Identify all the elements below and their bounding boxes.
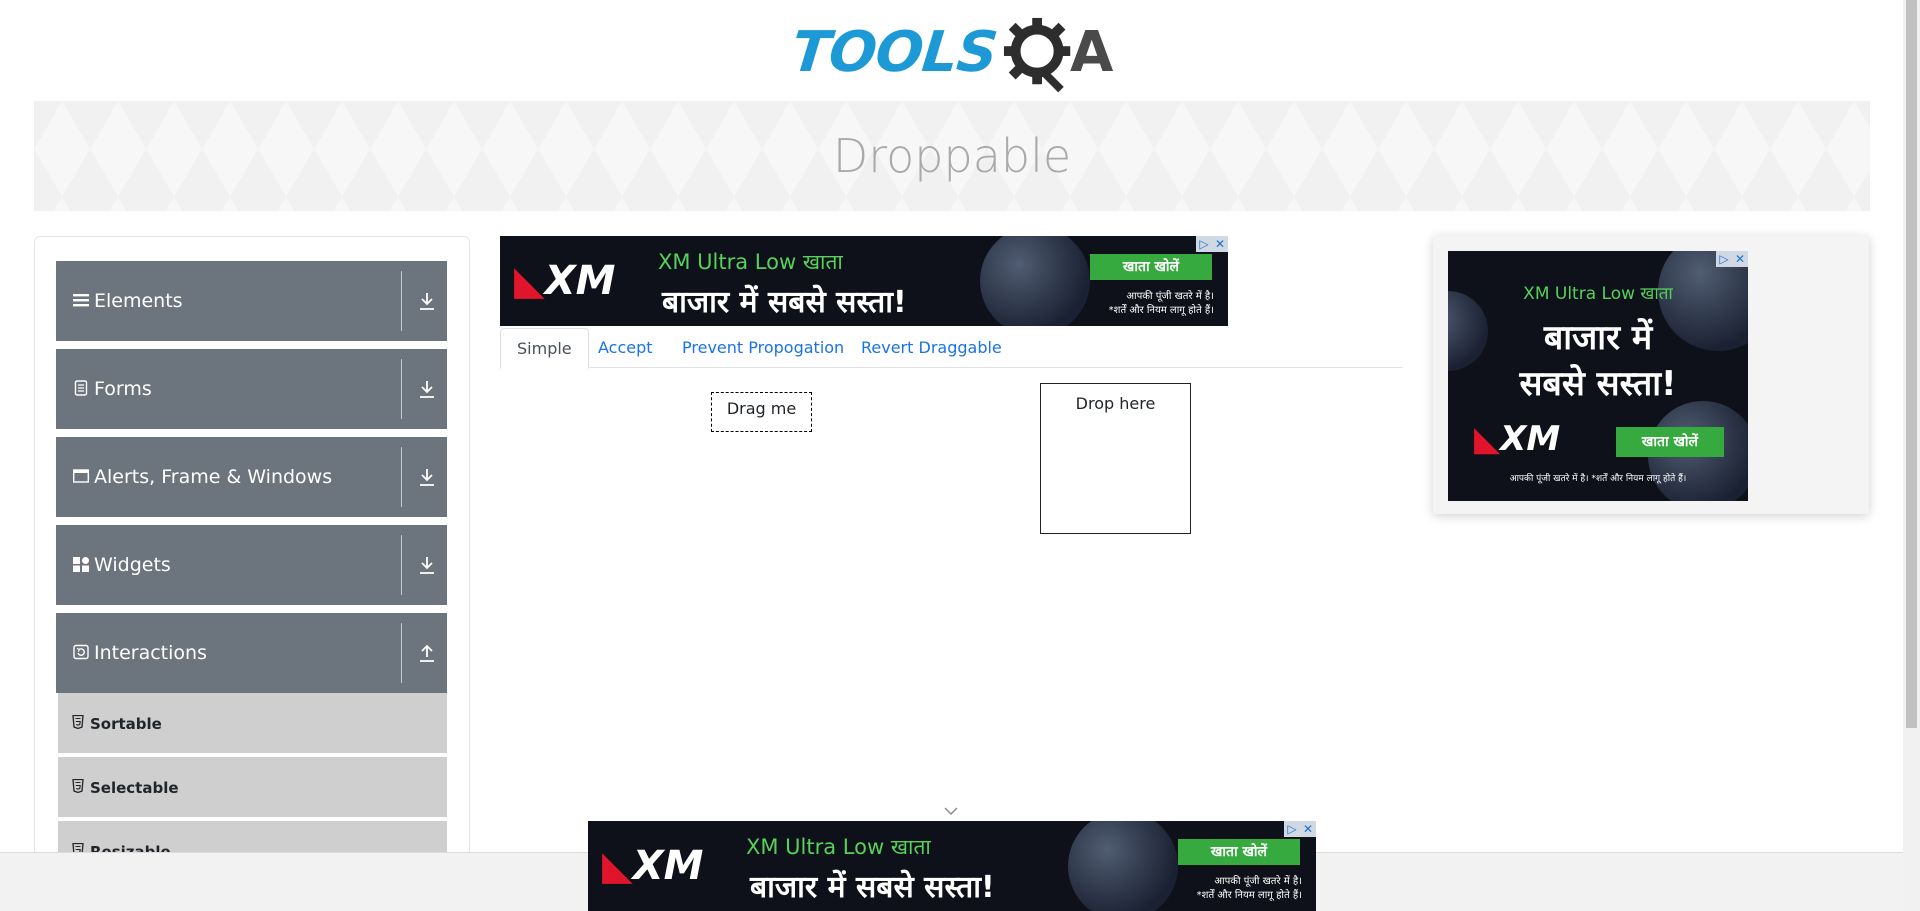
ad-cta-button[interactable]: खाता खोलें bbox=[1090, 254, 1212, 280]
right-ad[interactable]: XM Ultra Low खाता बाजार में सबसे सस्ता! … bbox=[1448, 251, 1748, 501]
upload-arrow-icon[interactable] bbox=[418, 643, 436, 663]
html5-icon bbox=[72, 779, 84, 793]
divider bbox=[401, 447, 402, 507]
sidebar-group-interactions[interactable]: Interactions bbox=[56, 613, 447, 693]
gear-magnifier-icon bbox=[1003, 17, 1071, 93]
page-title: Droppable bbox=[832, 129, 1072, 183]
ad-disclaimer-2: *शर्तें और नियम लागू होते हैं। bbox=[1196, 890, 1302, 901]
ad-headline: XM Ultra Low खाता bbox=[658, 250, 843, 274]
ad-disclaimer-2: *शर्तें और नियम लागू होते हैं। bbox=[1108, 305, 1214, 316]
xm-logo: ◣XM bbox=[602, 843, 704, 889]
xm-logo: ◣XM bbox=[514, 258, 616, 304]
ad-cta-button[interactable]: खाता खोलें bbox=[1178, 839, 1300, 865]
tab-simple[interactable]: Simple bbox=[500, 328, 589, 369]
sidebar-item-label: Selectable bbox=[90, 779, 179, 797]
sidebar-item-sortable[interactable]: Sortable bbox=[58, 693, 447, 755]
ad-main-text-line1: बाजार में bbox=[1543, 318, 1653, 358]
top-ad-banner[interactable]: ◣XM XM Ultra Low खाता बाजार में सबसे सस्… bbox=[500, 236, 1228, 326]
draggable-box[interactable]: Drag me bbox=[711, 392, 812, 432]
divider bbox=[401, 535, 402, 595]
tab-revert-draggable[interactable]: Revert Draggable bbox=[845, 328, 1018, 368]
close-icon[interactable]: ✕ bbox=[1212, 236, 1228, 252]
adchoices-icon[interactable]: ▷ bbox=[1716, 251, 1732, 267]
logo-wordmark: TOOLS bbox=[788, 20, 1000, 85]
ad-disclaimer-1: आपकी पूंजी खतरे में है। bbox=[1214, 876, 1302, 887]
html5-icon bbox=[72, 715, 84, 729]
scrollbar-thumb[interactable] bbox=[1906, 0, 1917, 728]
tab-accept[interactable]: Accept bbox=[582, 328, 669, 368]
sidebar-item-selectable[interactable]: Selectable bbox=[58, 757, 447, 819]
toolsqa-logo[interactable]: TOOLS A bbox=[788, 14, 1130, 93]
refresh-icon bbox=[73, 644, 89, 660]
xm-logo: ◣XM bbox=[1474, 419, 1561, 459]
sidebar-group-label: Forms bbox=[94, 378, 152, 400]
page-banner: Droppable bbox=[34, 101, 1870, 211]
ad-choices[interactable]: ▷ ✕ bbox=[1196, 236, 1228, 252]
ad-cta-button[interactable]: खाता खोलें bbox=[1616, 427, 1724, 457]
ad-headline: XM Ultra Low खाता bbox=[746, 835, 931, 859]
download-arrow-icon[interactable] bbox=[418, 291, 436, 311]
ad-main-text-line2: सबसे सस्ता! bbox=[1519, 364, 1677, 404]
sidebar-group-forms[interactable]: Forms bbox=[56, 349, 447, 429]
ad-main-text: बाजार में सबसे सस्ता! bbox=[662, 285, 907, 320]
ad-choices[interactable]: ▷ ✕ bbox=[1284, 821, 1316, 837]
sidebar-group-alerts-frame-windows[interactable]: Alerts, Frame & Windows bbox=[56, 437, 447, 517]
hamburger-icon bbox=[73, 294, 89, 307]
adchoices-icon[interactable]: ▷ bbox=[1196, 236, 1212, 252]
ad-choices[interactable]: ▷ ✕ bbox=[1716, 251, 1748, 267]
ad-disclaimer-1: आपकी पूंजी खतरे में है। bbox=[1126, 291, 1214, 302]
sidebar-group-label: Elements bbox=[94, 290, 183, 312]
divider bbox=[401, 359, 402, 419]
ad-disclaimer: आपकी पूंजी खतरे में है। *शर्तें और नियम … bbox=[1509, 474, 1687, 484]
droppable-target[interactable]: Drop here bbox=[1040, 383, 1191, 534]
ad-main-text: बाजार में सबसे सस्ता! bbox=[750, 870, 995, 905]
sidebar-group-label: Alerts, Frame & Windows bbox=[94, 466, 333, 488]
left-sidebar: Elements Forms Alerts, Frame & Windows W… bbox=[34, 236, 470, 911]
sidebar-group-label: Widgets bbox=[94, 554, 171, 576]
chevron-down-icon[interactable] bbox=[943, 806, 959, 816]
ad-headline: XM Ultra Low खाता bbox=[1523, 284, 1673, 304]
close-icon[interactable]: ✕ bbox=[1732, 251, 1748, 267]
droppable-tabs: Simple Accept Prevent Propogation Revert… bbox=[500, 328, 1403, 369]
close-icon[interactable]: ✕ bbox=[1300, 821, 1316, 837]
sidebar-group-label: Interactions bbox=[94, 642, 207, 664]
download-arrow-icon[interactable] bbox=[418, 467, 436, 487]
logo-suffix: A bbox=[1070, 20, 1114, 85]
adchoices-icon[interactable]: ▷ bbox=[1284, 821, 1300, 837]
divider bbox=[401, 623, 402, 683]
sidebar-group-elements[interactable]: Elements bbox=[56, 261, 447, 341]
sidebar-group-widgets[interactable]: Widgets bbox=[56, 525, 447, 605]
document-icon bbox=[74, 380, 88, 396]
bottom-ad-banner[interactable]: ◣XM XM Ultra Low खाता बाजार में सबसे सस्… bbox=[588, 821, 1316, 911]
grid-icon bbox=[73, 557, 89, 572]
right-ad-frame: XM Ultra Low खाता बाजार में सबसे सस्ता! … bbox=[1433, 236, 1869, 514]
window-icon bbox=[73, 469, 89, 483]
tab-prevent-propogation[interactable]: Prevent Propogation bbox=[666, 328, 860, 368]
divider bbox=[401, 271, 402, 331]
sidebar-item-label: Sortable bbox=[90, 715, 162, 733]
download-arrow-icon[interactable] bbox=[418, 555, 436, 575]
download-arrow-icon[interactable] bbox=[418, 379, 436, 399]
